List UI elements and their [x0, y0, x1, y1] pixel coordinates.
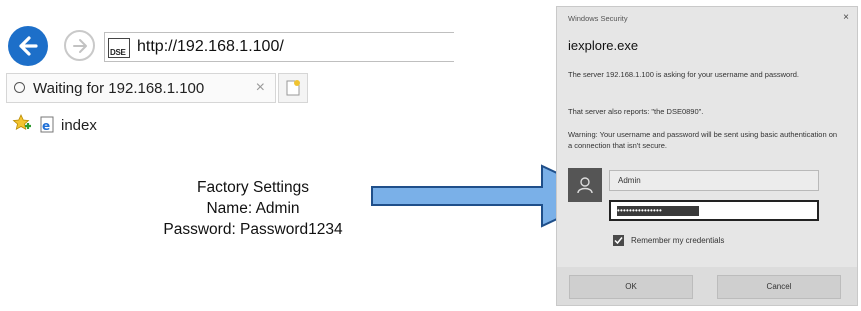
remember-credentials[interactable]: Remember my credentials — [613, 235, 724, 246]
remember-checkbox[interactable] — [613, 235, 624, 246]
site-favicon-icon: DSE — [108, 38, 130, 58]
remember-label: Remember my credentials — [631, 236, 725, 245]
back-arrow-icon — [19, 36, 38, 56]
new-tab-button[interactable] — [278, 73, 308, 103]
factory-settings-note: Factory Settings Name: Admin Password: P… — [118, 177, 388, 240]
ie-page-icon: e — [40, 116, 54, 133]
favorite-link-index[interactable]: e index — [38, 116, 97, 134]
new-tab-icon — [286, 80, 300, 96]
svg-text:e: e — [42, 119, 50, 133]
browser-tab[interactable]: Waiting for 192.168.1.100 × — [6, 73, 276, 103]
dialog-close-icon[interactable]: × — [843, 12, 849, 23]
dialog-app-name: iexplore.exe — [568, 38, 639, 53]
cancel-button[interactable]: Cancel — [717, 275, 841, 299]
ok-button[interactable]: OK — [569, 275, 693, 299]
dialog-button-bar: OK Cancel — [557, 267, 857, 305]
password-mask: ••••••••••••••• — [617, 206, 699, 216]
address-url[interactable]: http://192.168.1.100/ — [137, 38, 284, 56]
browser-window: DSE http://192.168.1.100/ Waiting for 19… — [0, 0, 460, 160]
back-button[interactable] — [8, 26, 48, 66]
favorite-label: index — [61, 116, 97, 134]
forward-arrow-icon — [72, 38, 87, 53]
favorites-bar: e index — [12, 113, 97, 137]
tab-title: Waiting for 192.168.1.100 — [33, 80, 205, 97]
password-field[interactable]: ••••••••••••••• — [609, 200, 819, 221]
tab-close-icon[interactable]: × — [256, 79, 265, 97]
username-field[interactable]: Admin — [609, 170, 819, 191]
loading-spinner-icon — [14, 82, 25, 93]
note-password: Password: Password1234 — [163, 221, 343, 238]
address-bar[interactable]: DSE http://192.168.1.100/ — [104, 32, 454, 62]
dialog-warning: Warning: Your username and password will… — [568, 130, 838, 150]
windows-security-dialog: Windows Security × iexplore.exe The serv… — [556, 6, 858, 306]
checkmark-icon — [614, 237, 623, 245]
dialog-server-report: That server also reports: "the DSE0890". — [568, 107, 704, 116]
note-title: Factory Settings — [197, 179, 309, 196]
user-avatar-icon — [568, 168, 602, 202]
note-name: Name: Admin — [206, 200, 300, 217]
favorites-star-icon[interactable] — [12, 113, 32, 137]
forward-button[interactable] — [64, 30, 95, 61]
dialog-message: The server 192.168.1.100 is asking for y… — [568, 70, 799, 79]
dialog-title: Windows Security — [568, 14, 628, 23]
